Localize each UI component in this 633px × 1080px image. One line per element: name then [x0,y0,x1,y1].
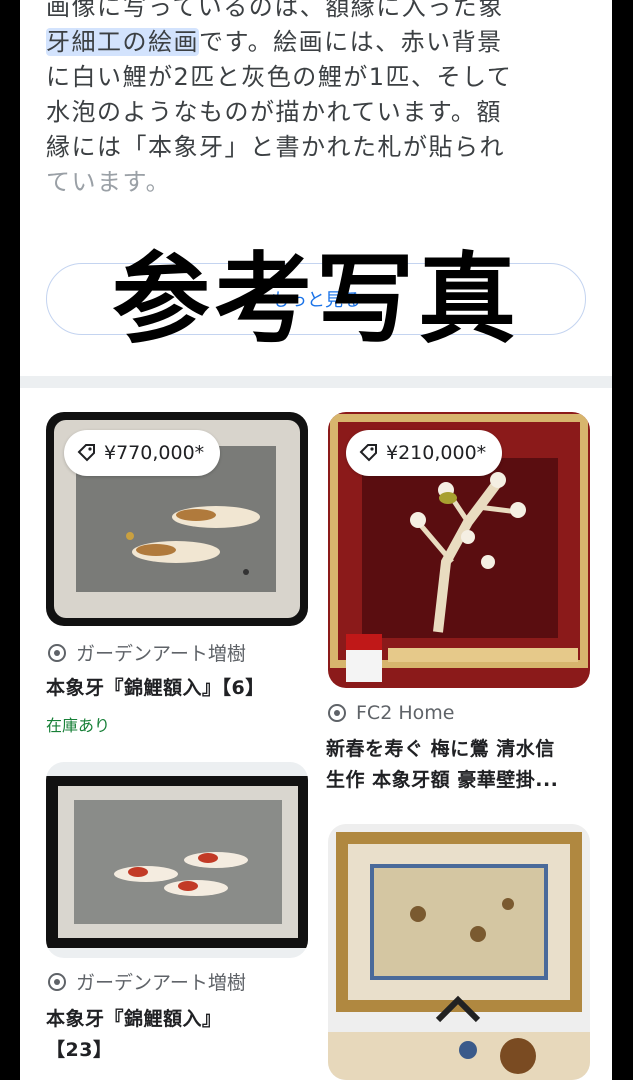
price-tag-icon [77,444,95,462]
ai-overview-line: ています。 [46,168,172,196]
result-image[interactable] [328,824,590,1080]
source-name: ガーデンアート増樹 [76,643,246,665]
result-title[interactable]: 新春を寿ぐ 梅に鶯 清水信 生作 本象牙額 豪華壁掛... [326,734,558,796]
result-title[interactable]: 本象牙『錦鯉額入』【6】 [46,673,265,704]
section-divider [20,376,612,388]
result-image[interactable]: ¥770,000* [46,412,308,626]
globe-icon [48,643,66,662]
price-text: ¥770,000* [104,442,205,464]
price-badge: ¥770,000* [64,430,221,476]
price-badge: ¥210,000* [346,430,503,476]
ai-overview-line: 縁には「本象牙」と書かれた札が貼られ [46,133,505,161]
result-title[interactable]: 本象牙『錦鯉額入』 【23】 [46,1004,222,1066]
highlighted-phrase: 牙細工の絵画 [46,28,199,56]
result-title-line: 本象牙『錦鯉額入』【6】 [46,677,265,699]
result-source[interactable]: ガーデンアート増樹 [48,968,246,995]
result-image[interactable]: ¥210,000* [328,412,590,688]
miniature-painting-image [328,832,590,1080]
result-title-line: 本象牙『錦鯉額入』 [46,1008,222,1030]
stock-status: 在庫あり [46,716,111,735]
globe-icon [48,972,66,991]
source-name: ガーデンアート増樹 [76,972,246,994]
result-title-line: 【23】 [46,1039,113,1061]
result-image[interactable] [46,762,308,958]
ai-overview-line: 牙細工の絵画です。絵画には、赤い背景 [46,25,591,60]
result-title-line: 新春を寿ぐ 梅に鶯 清水信 [326,738,555,760]
result-source[interactable]: ガーデンアート増樹 [48,639,246,666]
overlay-title: 参考写真 [111,243,520,357]
ai-overview-line: 水泡のようなものが描かれています。額 [46,98,502,126]
ai-overview-line: に白い鯉が2匹と灰色の鯉が1匹、そして [46,63,513,91]
ai-overview-line: 画像に写っているのは、額縁に入った象 [46,0,504,21]
source-name: FC2 Home [356,702,455,724]
price-tag-icon [359,444,377,462]
ai-overview-text: 画像に写っているのは、額縁に入った象 牙細工の絵画です。絵画には、赤い背景 に白… [46,0,591,200]
price-text: ¥210,000* [386,442,487,464]
koi-painting-image [46,776,308,948]
result-title-line: 生作 本象牙額 豪華壁掛... [326,769,559,791]
result-source[interactable]: FC2 Home [328,702,454,724]
globe-icon [328,704,346,722]
search-results-screen: 画像に写っているのは、額縁に入った象 牙細工の絵画です。絵画には、赤い背景 に白… [20,0,612,1080]
ai-overview-line-rest: です。絵画には、赤い背景 [199,28,503,56]
